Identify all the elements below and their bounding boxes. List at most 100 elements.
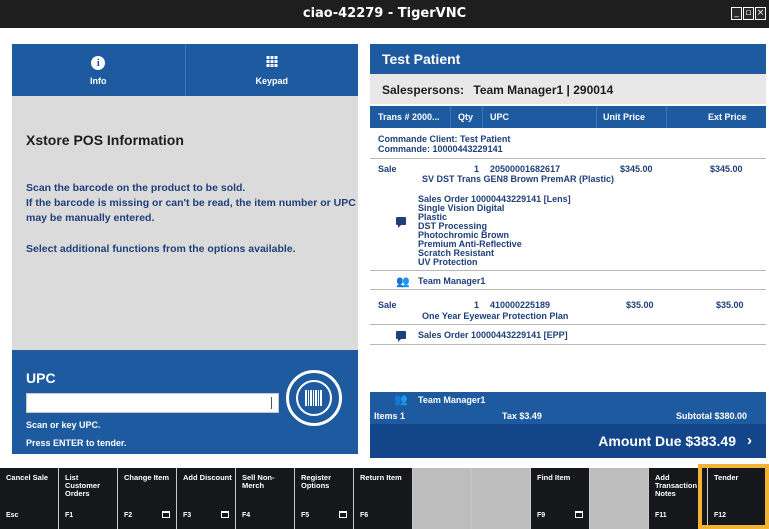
tab-info-label: Info (90, 76, 107, 86)
tender-highlight (698, 464, 769, 529)
fkey-empty (413, 468, 471, 529)
fkey-label: Change Item (124, 473, 170, 482)
item-detail: Sales Order 10000443229141 [EPP] (418, 330, 568, 340)
info-line-3: Select additional functions from the opt… (26, 243, 296, 255)
item-type: Sale (378, 164, 397, 174)
fkey-return-item[interactable]: Return Item F6 (354, 468, 412, 529)
salespersons-value: Team Manager1 | 290014 (473, 83, 614, 97)
item-salesperson: Team Manager1 (418, 395, 486, 405)
window-controls: _ ▫ × (731, 7, 766, 20)
fkey-label: Add Discount (183, 473, 232, 482)
transaction-panel: Test Patient Salespersons: Team Manager1… (370, 44, 766, 458)
minimize-icon[interactable]: _ (731, 7, 742, 20)
salesperson-icon: 👥 (394, 394, 408, 406)
info-panel: i Info Keypad Xstore POS Information Sca… (12, 44, 358, 454)
items-count: Items 1 (374, 411, 406, 421)
col-trans: Trans # 2000... (378, 112, 440, 122)
fkey-shortcut: F1 (65, 512, 74, 519)
upc-hint: Scan or key UPC. (26, 420, 101, 430)
scan-barcode-button[interactable] (286, 370, 342, 426)
tax-total: Tax $3.49 (502, 411, 542, 421)
fkey-label: Find Item (537, 473, 571, 482)
fkey-label: List Customer Orders (65, 473, 101, 498)
amount-due-button[interactable]: Amount Due $383.49 › (370, 424, 766, 458)
keyboard-icon (575, 511, 583, 518)
fkey-label: Sell Non-Merch (242, 473, 275, 490)
info-text: Scan the barcode on the product to be so… (26, 181, 356, 257)
fkey-shortcut: F2 (124, 512, 133, 519)
tab-info[interactable]: i Info (12, 44, 185, 96)
amount-due-text: Amount Due $383.49 (598, 433, 736, 449)
fkey-cancel-sale[interactable]: Cancel Sale Esc (0, 468, 58, 529)
fkey-label: Register Options (301, 473, 332, 490)
info-line-2: If the barcode is missing or can't be re… (26, 197, 356, 224)
salespersons-header[interactable]: Salespersons: Team Manager1 | 290014 (370, 74, 766, 104)
line-items-list[interactable]: Commande Client: Test Patient Commande: … (370, 128, 766, 408)
item-unit-price: $345.00 (620, 164, 653, 174)
keyboard-icon (162, 511, 170, 518)
item-upc: 20500001682617 (490, 164, 561, 174)
window-title: ciao-42279 - TigerVNC (302, 6, 467, 21)
item-salesperson: Team Manager1 (418, 276, 486, 286)
col-upc: UPC (490, 112, 510, 122)
item-qty: 1 (474, 300, 480, 310)
totals-bar: Items 1 Tax $3.49 Subtotal $380.00 (370, 408, 766, 424)
function-key-bar: Cancel Sale Esc List Customer Orders F1 Chan… (0, 468, 769, 529)
col-qty: Qty (458, 112, 474, 122)
subtotal: Subtotal $380.00 (676, 411, 748, 421)
info-line-1: Scan the barcode on the product to be so… (26, 182, 246, 194)
fkey-find-item[interactable]: Find Item F9 (531, 468, 589, 529)
line-item[interactable]: Sale 1 20500001682617 $345.00 $345.00 SV… (370, 164, 766, 304)
fkey-shortcut: F9 (537, 512, 546, 519)
commande-client: Commande Client: Test Patient (378, 134, 511, 144)
fkey-shortcut: F5 (301, 512, 310, 519)
fkey-list-customer-orders[interactable]: List Customer Orders F1 (59, 468, 117, 529)
fkey-add-discount[interactable]: Add Discount F3 (177, 468, 235, 529)
close-icon[interactable]: × (755, 7, 766, 20)
salespersons-label: Salespersons: (382, 83, 465, 97)
item-upc: 410000225189 (490, 300, 551, 310)
upc-input[interactable] (26, 393, 279, 413)
item-detail: UV Protection (418, 257, 478, 267)
restore-icon[interactable]: ▫ (743, 7, 754, 20)
item-unit-price: $35.00 (626, 300, 654, 310)
commande-number: Commande: 10000443229141 (378, 144, 503, 154)
keyboard-icon (221, 511, 229, 518)
window-titlebar: ciao-42279 - TigerVNC _ ▫ × (0, 0, 769, 28)
fkey-shortcut: F4 (242, 512, 251, 519)
info-title: Xstore POS Information (26, 132, 184, 148)
amount-due-value: $383.49 (685, 433, 736, 449)
fkey-shortcut: Esc (6, 512, 19, 519)
salesperson-icon: 👥 (396, 276, 410, 288)
item-description: One Year Eyewear Protection Plan (422, 311, 569, 321)
fkey-label: Cancel Sale (6, 473, 49, 482)
tab-keypad-label: Keypad (255, 76, 288, 86)
fkey-change-item[interactable]: Change Item F2 (118, 468, 176, 529)
selected-salesperson-row[interactable]: 👥 Team Manager1 (370, 392, 766, 408)
left-nav: i Info Keypad (12, 44, 358, 96)
note-icon[interactable] (396, 331, 406, 342)
item-description: SV DST Trans GEN8 Brown PremAR (Plastic) (422, 174, 615, 184)
keyboard-icon (339, 511, 347, 518)
line-item[interactable]: Sale 1 410000225189 $35.00 $35.00 One Ye… (370, 296, 766, 356)
line-item-header: Trans # 2000... Qty UPC Unit Price Ext P… (370, 106, 766, 128)
upc-label: UPC (26, 370, 56, 386)
note-icon[interactable] (396, 217, 406, 228)
patient-name[interactable]: Test Patient (370, 44, 766, 74)
fkey-sell-non-merch[interactable]: Sell Non-Merch F4 (236, 468, 294, 529)
chevron-right-icon: › (747, 432, 752, 449)
col-unit-price: Unit Price (603, 112, 646, 122)
fkey-empty (472, 468, 530, 529)
item-type: Sale (378, 300, 397, 310)
keypad-icon (266, 56, 278, 67)
fkey-register-options[interactable]: Register Options F5 (295, 468, 353, 529)
barcode-icon (296, 380, 332, 416)
item-ext-price: $345.00 (710, 164, 743, 174)
amount-due-label: Amount Due (598, 433, 682, 449)
text-caret (271, 397, 272, 409)
fkey-empty (590, 468, 648, 529)
fkey-label: Return Item (360, 473, 402, 482)
tab-keypad[interactable]: Keypad (184, 44, 359, 96)
fkey-shortcut: F11 (655, 512, 667, 519)
upc-entry-panel: UPC Scan or key UPC. Press ENTER to tend… (12, 350, 358, 454)
